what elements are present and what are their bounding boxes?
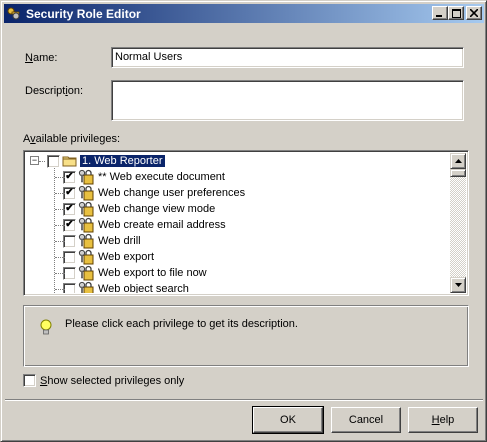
tree-connector-line (55, 241, 65, 242)
privilege-label[interactable]: ** Web execute document (96, 171, 227, 183)
cancel-button[interactable]: Cancel (331, 407, 401, 433)
dialog-separator (5, 399, 483, 401)
tree-item-row[interactable]: ✔ Web create email address (26, 217, 228, 233)
privilege-label[interactable]: Web export (96, 251, 156, 263)
privilege-label[interactable]: Web export to file now (96, 267, 209, 279)
tree-vertical-scrollbar[interactable] (450, 153, 466, 293)
maximize-button[interactable] (448, 6, 464, 20)
tree-item-row[interactable]: ✔ Web change view mode (26, 201, 217, 217)
root-checkbox[interactable] (47, 154, 60, 168)
privileges-tree[interactable]: − 1. Web Reporter ✔ ** Web execute docume… (23, 150, 469, 296)
help-label-h: H (431, 414, 440, 426)
scroll-thumb[interactable] (450, 169, 466, 177)
arrow-up-icon (454, 159, 462, 163)
lock-key-icon (78, 281, 94, 293)
close-button[interactable] (466, 6, 482, 20)
window-title: Security Role Editor (26, 6, 141, 21)
description-label: Description: (25, 85, 84, 97)
help-label-rest: elp (439, 414, 455, 426)
tree-connector-line (55, 193, 65, 194)
tree-item-row[interactable]: Web export (26, 249, 156, 265)
tree-connector-line (39, 161, 45, 162)
privilege-label[interactable]: Web drill (96, 235, 143, 247)
tree-connector-line (55, 209, 65, 210)
show-selected-checkbox[interactable] (23, 374, 36, 387)
lock-key-icon (78, 265, 94, 281)
privilege-description-panel: Please click each privilege to get its d… (23, 305, 469, 367)
tree-connector-line (55, 225, 65, 226)
keys-role-icon (6, 6, 22, 22)
description-field[interactable] (111, 80, 464, 121)
title-bar[interactable]: Security Role Editor (4, 4, 484, 23)
name-field[interactable]: Normal Users (111, 47, 464, 68)
lightbulb-icon (40, 319, 52, 335)
privilege-label[interactable]: Web change user preferences (96, 187, 247, 199)
tree-item-row[interactable]: ✔ Web change user preferences (26, 185, 247, 201)
scroll-down-button[interactable] (450, 277, 466, 293)
lock-key-icon (78, 201, 94, 217)
tree-connector-line (55, 177, 65, 178)
lock-key-icon (78, 249, 94, 265)
show-selected-label: Show selected privileges only (40, 374, 185, 387)
privilege-label[interactable]: Web create email address (96, 219, 228, 231)
tree-connector-line (55, 273, 65, 274)
lock-key-icon (78, 169, 94, 185)
privilege-description-text: Please click each privilege to get its d… (65, 318, 298, 330)
show-selected-label-rest: how selected privileges only (47, 374, 185, 387)
ok-button[interactable]: OK (252, 406, 324, 434)
mnemonic-letter: N (25, 52, 33, 64)
lock-key-icon (78, 185, 94, 201)
available-privileges-label: Available privileges: (23, 133, 121, 145)
tree-item-row[interactable]: Web drill (26, 233, 143, 249)
privilege-label[interactable]: Web object search (96, 283, 191, 293)
scroll-up-button[interactable] (450, 153, 466, 169)
help-button[interactable]: Help (408, 407, 478, 433)
minimize-icon (436, 15, 442, 17)
maximize-icon (451, 8, 461, 18)
tree-connector-line (55, 257, 65, 258)
folder-icon (62, 156, 77, 167)
show-selected-option[interactable]: Show selected privileges only (23, 374, 184, 387)
tree-item-row[interactable]: ✔ ** Web execute document (26, 169, 227, 185)
tree-collapse-toggle[interactable]: − (30, 156, 39, 165)
close-icon (470, 9, 478, 17)
privileges-tree-content: − 1. Web Reporter ✔ ** Web execute docume… (26, 153, 450, 293)
tree-root-row[interactable]: − 1. Web Reporter (26, 153, 166, 169)
privilege-label[interactable]: Web change view mode (96, 203, 217, 215)
mnemonic-letter: i (65, 85, 68, 97)
tree-connector-line (55, 289, 65, 290)
tree-item-row[interactable]: Web object search (26, 281, 191, 293)
lock-key-icon (78, 217, 94, 233)
privilege-checkbox[interactable] (63, 282, 76, 293)
lock-key-icon (78, 233, 94, 249)
name-label: Name: (25, 52, 58, 64)
window-controls (432, 6, 482, 20)
tree-item-row[interactable]: Web export to file now (26, 265, 209, 281)
tree-root-label[interactable]: 1. Web Reporter (79, 154, 166, 168)
arrow-down-icon (454, 283, 462, 287)
security-role-editor-window: Security Role Editor Name: Normal Users … (0, 0, 487, 442)
mnemonic-letter: v (30, 133, 36, 145)
minimize-button[interactable] (432, 6, 448, 20)
